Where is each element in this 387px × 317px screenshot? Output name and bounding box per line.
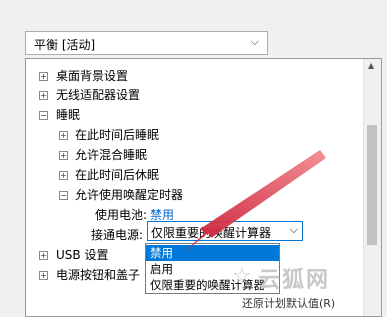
chevron-down-icon: ⌵ xyxy=(250,35,259,48)
vertical-scrollbar[interactable]: ▲ xyxy=(363,59,381,316)
plugged-in-label: 接通电源: xyxy=(91,228,144,242)
expand-icon[interactable]: + xyxy=(59,151,68,160)
option-disabled[interactable]: 禁用 xyxy=(146,245,279,261)
watermark-text: 云狐网 xyxy=(258,268,331,293)
expand-icon[interactable]: + xyxy=(59,171,68,180)
tree-item-label: 允许使用唤醒定时器 xyxy=(75,188,184,202)
expand-icon[interactable]: + xyxy=(39,72,48,81)
plugged-in-select-value: 仅限重要的唤醒计算器 xyxy=(151,226,272,240)
power-plan-select[interactable]: 平衡 [活动] ⌵ xyxy=(25,31,268,55)
tree-item-label: 电源按钮和盖子 xyxy=(56,268,141,282)
tree-item-label: 在此时间后休眠 xyxy=(75,168,160,182)
collapse-icon[interactable]: − xyxy=(59,191,68,200)
tree-item-label: USB 设置 xyxy=(56,248,109,262)
expand-icon[interactable]: + xyxy=(39,271,48,280)
chevron-down-icon: ⌵ xyxy=(289,223,298,236)
expand-icon[interactable]: + xyxy=(59,131,68,140)
tree-item-label: 在此时间后睡眠 xyxy=(75,128,160,142)
scroll-thumb[interactable] xyxy=(367,125,377,245)
battery-label: 使用电池: xyxy=(95,208,148,222)
watermark-logo-icon: ☆ xyxy=(232,264,252,289)
power-plan-value: 平衡 [活动] xyxy=(34,38,96,52)
scroll-up-arrow-icon[interactable]: ▲ xyxy=(368,61,374,70)
tree-item-label: 桌面背景设置 xyxy=(56,69,129,83)
restore-defaults-button[interactable]: 还原计划默认值(R) xyxy=(242,294,352,317)
tree-item-label: 允许混合睡眠 xyxy=(75,148,148,162)
tree-item-label: 无线适配器设置 xyxy=(56,88,141,102)
header-partial-text xyxy=(36,0,96,8)
expand-icon[interactable]: + xyxy=(39,251,48,260)
tree-item-label: 睡眠 xyxy=(56,108,81,122)
plugged-in-select[interactable]: 仅限重要的唤醒计算器 ⌵ xyxy=(147,221,303,241)
expand-icon[interactable]: + xyxy=(39,91,48,100)
collapse-icon[interactable]: − xyxy=(39,111,48,120)
